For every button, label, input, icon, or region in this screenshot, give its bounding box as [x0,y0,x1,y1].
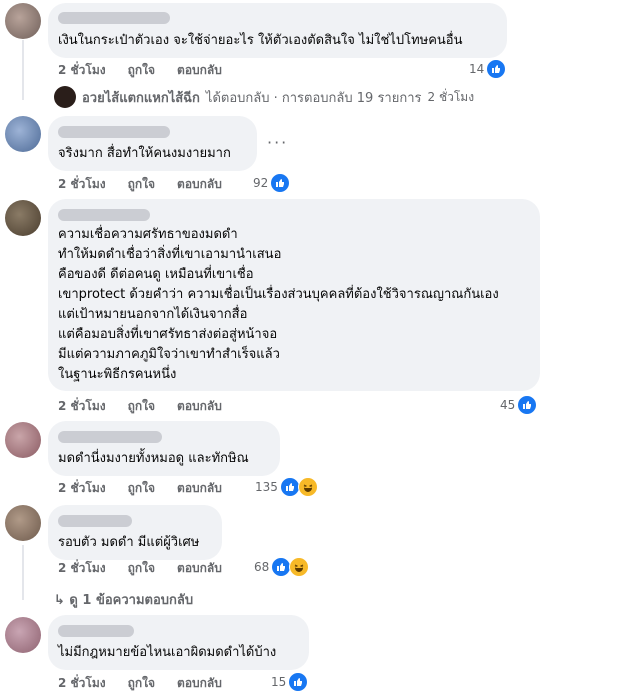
reaction-count[interactable]: 14 [469,59,507,79]
reply-button[interactable]: ตอบกลับ [177,61,222,80]
comment-actions: 2 ชั่วโมง ถูกใจ ตอบกลับ [58,559,222,578]
reply-button[interactable]: ตอบกลับ [177,559,222,578]
comment-actions: 2 ชั่วโมง ถูกใจ ตอบกลับ [58,397,222,416]
timestamp[interactable]: 2 ชั่วโมง [58,479,106,498]
timestamp: 2 ชั่วโมง [427,89,475,104]
author-name-redacted[interactable] [58,12,170,24]
reply-arrow-icon: ↳ [54,593,70,608]
like-button[interactable]: ถูกใจ [128,61,155,80]
comment-actions: 2 ชั่วโมง ถูกใจ ตอบกลับ [58,61,222,80]
avatar[interactable] [5,505,41,541]
comment-text: ไม่มีกฎหมายข้อไหนเอาผิดมดดำได้บ้าง [58,645,277,660]
like-button[interactable]: ถูกใจ [128,479,155,498]
haha-icon [289,557,310,577]
like-button[interactable]: ถูกใจ [128,175,155,194]
comment-bubble: จริงมาก สื่อทำให้คนงมงายมาก [48,116,257,171]
reaction-count[interactable]: 45 [500,395,538,415]
author-name-redacted[interactable] [58,431,162,443]
reply-summary-text[interactable]: ได้ตอบกลับ · การตอบกลับ 19 รายการ [206,87,422,108]
reply-button[interactable]: ตอบกลับ [177,397,222,416]
timestamp[interactable]: 2 ชั่วโมง [58,397,106,416]
avatar[interactable] [5,617,41,653]
thread-line [22,40,24,100]
comment-text: รอบตัว มดดำ มีแต่ผู้วิเศษ [58,535,200,550]
comment-bubble: ไม่มีกฎหมายข้อไหนเอาผิดมดดำได้บ้าง [48,615,309,670]
timestamp[interactable]: 2 ชั่วโมง [58,674,106,693]
like-icon [486,59,507,79]
comment-actions: 2 ชั่วโมง ถูกใจ ตอบกลับ [58,175,222,194]
reply-button[interactable]: ตอบกลับ [177,175,222,194]
author-name-redacted[interactable] [58,209,150,221]
reply-button[interactable]: ตอบกลับ [177,479,222,498]
reply-author[interactable]: อวยไส้แตกแหกไส้ฉีก [82,87,200,108]
comment-bubble: ความเชื่อความศรัทธาของมดดำ ทำให้มดดำเชื่… [48,199,540,391]
comment-bubble: เงินในกระเป๋าตัวเอง จะใช้จ่ายอะไร ให้ตัว… [48,3,507,58]
timestamp[interactable]: 2 ชั่วโมง [58,175,106,194]
author-name-redacted[interactable] [58,515,132,527]
like-icon [517,395,538,415]
like-icon [288,672,309,692]
author-name-redacted[interactable] [58,625,134,637]
reaction-count[interactable]: 15 [271,672,309,692]
comment-bubble: มดดำนี่งมงายทั้งหมอดู และทักษิณ [48,421,280,476]
reply-button[interactable]: ตอบกลับ [177,674,222,693]
avatar[interactable] [5,116,41,152]
comment-text: มดดำนี่งมงายทั้งหมอดู และทักษิณ [58,451,249,466]
comment-bubble: รอบตัว มดดำ มีแต่ผู้วิเศษ [48,505,222,560]
haha-icon [297,477,318,497]
view-more-replies[interactable]: ↳ ดู 1 ข้อความตอบกลับ [54,589,193,610]
like-button[interactable]: ถูกใจ [128,559,155,578]
comment-actions: 2 ชั่วโมง ถูกใจ ตอบกลับ [58,479,222,498]
avatar[interactable] [5,200,41,236]
like-icon [279,477,300,497]
reaction-count[interactable]: 92 [253,173,291,193]
timestamp[interactable]: 2 ชั่วโมง [58,61,106,80]
reply-summary[interactable]: อวยไส้แตกแหกไส้ฉีก ได้ตอบกลับ · การตอบกล… [54,86,474,108]
more-icon[interactable]: ··· [267,133,288,152]
comment-text: ความเชื่อความศรัทธาของมดดำ ทำให้มดดำเชื่… [58,227,499,382]
thread-line [22,545,24,600]
comment-text: เงินในกระเป๋าตัวเอง จะใช้จ่ายอะไร ให้ตัว… [58,33,463,48]
reaction-count[interactable]: 135 [255,477,318,497]
avatar [54,86,76,108]
comment-text: จริงมาก สื่อทำให้คนงมงายมาก [58,146,231,161]
author-name-redacted[interactable] [58,126,170,138]
comment-actions: 2 ชั่วโมง ถูกใจ ตอบกลับ [58,674,222,693]
reaction-count[interactable]: 68 [254,557,310,577]
like-button[interactable]: ถูกใจ [128,397,155,416]
like-icon [271,557,292,577]
avatar[interactable] [5,422,41,458]
timestamp[interactable]: 2 ชั่วโมง [58,559,106,578]
like-icon [270,173,291,193]
avatar[interactable] [5,3,41,39]
like-button[interactable]: ถูกใจ [128,674,155,693]
